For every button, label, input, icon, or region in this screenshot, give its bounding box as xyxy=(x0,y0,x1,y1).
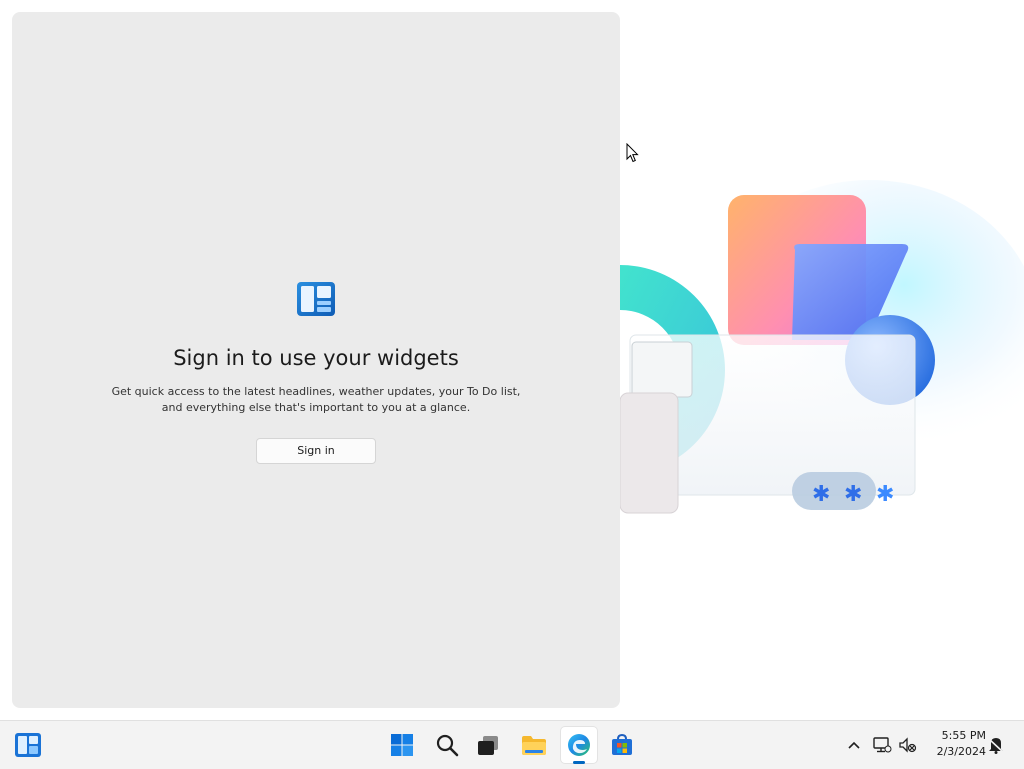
start-icon[interactable] xyxy=(384,727,420,763)
store-icon[interactable] xyxy=(604,727,640,763)
taskbar: 5:55 PM 2/3/2024 xyxy=(0,720,1024,769)
system-clock[interactable]: 5:55 PM 2/3/2024 xyxy=(926,728,986,760)
widgets-logo-icon xyxy=(297,282,335,316)
widgets-icon[interactable] xyxy=(10,727,46,763)
page-title: Sign in to use your widgets xyxy=(173,346,459,370)
description-text: Get quick access to the latest headlines… xyxy=(111,385,521,414)
task-view-icon[interactable] xyxy=(470,727,506,763)
svg-text:✱: ✱ xyxy=(876,482,894,507)
search-icon[interactable] xyxy=(429,727,465,763)
edge-icon[interactable] xyxy=(561,727,597,764)
active-app-indicator xyxy=(573,761,585,764)
clock-date: 2/3/2024 xyxy=(936,745,986,758)
chevron-up-icon[interactable] xyxy=(844,735,864,755)
file-explorer-icon[interactable] xyxy=(516,727,552,763)
network-icon[interactable] xyxy=(872,735,892,755)
desktop: Sign in to use your widgets Get quick ac… xyxy=(0,0,1024,720)
volume-muted-icon[interactable] xyxy=(898,735,918,755)
widgets-panel: Sign in to use your widgets Get quick ac… xyxy=(12,12,620,708)
notification-icon[interactable] xyxy=(986,735,1006,755)
signin-prompt: Sign in to use your widgets Get quick ac… xyxy=(12,282,620,464)
mouse-cursor-icon xyxy=(626,142,640,168)
widgets-illustration: ✱ ✱ ✱ xyxy=(619,180,1024,580)
sign-in-button[interactable]: Sign in xyxy=(256,438,376,464)
svg-text:✱: ✱ xyxy=(844,482,862,507)
clock-time: 5:55 PM xyxy=(941,729,986,742)
svg-text:✱: ✱ xyxy=(812,482,830,507)
